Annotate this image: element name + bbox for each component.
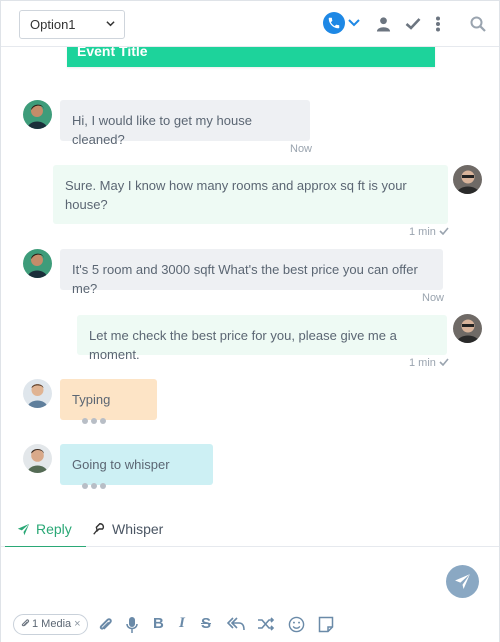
message-text: Let me check the best price for you, ple… <box>89 328 397 362</box>
message-text: Sure. May I know how many rooms and appr… <box>65 178 407 212</box>
message-bubble: Sure. May I know how many rooms and appr… <box>53 165 448 224</box>
chevron-down-icon[interactable] <box>348 18 360 28</box>
whisper-indicator: Going to whisper <box>60 444 213 490</box>
user-icon[interactable] <box>376 16 391 32</box>
more-vertical-icon[interactable] <box>435 16 441 32</box>
media-chip-label: 1 Media <box>32 618 72 630</box>
check-icon <box>439 358 449 366</box>
option-select-value: Option1 <box>30 17 76 32</box>
message-bubble: Let me check the best price for you, ple… <box>77 315 447 362</box>
send-icon <box>455 574 470 589</box>
message-time: 1 min <box>409 226 449 238</box>
message-composer[interactable]: 1 Media × B I S <box>1 547 499 642</box>
attach-button[interactable] <box>97 616 115 634</box>
check-icon <box>439 227 449 235</box>
phone-icon <box>328 17 340 29</box>
send-button[interactable] <box>446 565 479 598</box>
chat-header: Option1 <box>1 1 499 47</box>
attach-icon <box>21 619 30 627</box>
tab-whisper[interactable]: Whisper <box>92 512 163 547</box>
avatar <box>453 314 482 343</box>
reply-all-icon <box>227 617 245 631</box>
avatar <box>23 100 52 129</box>
send-icon <box>17 523 30 536</box>
composer-toolbar: 1 Media × B I S <box>13 614 493 636</box>
tab-reply-label: Reply <box>36 521 72 537</box>
typing-dots <box>82 475 109 494</box>
message-time: Now <box>290 143 313 155</box>
call-button[interactable] <box>323 12 345 34</box>
attach-icon <box>99 618 112 630</box>
search-icon[interactable] <box>470 16 486 32</box>
note-icon <box>318 616 334 633</box>
bold-icon[interactable]: B <box>153 615 164 632</box>
message-text: Going to whisper <box>72 457 170 472</box>
tab-reply[interactable]: Reply <box>5 512 86 548</box>
chat-panel: Option1 Event Title Hi, I would like to … <box>0 0 500 642</box>
message-text: It's 5 room and 3000 sqft What's the bes… <box>72 262 418 296</box>
chevron-down-icon <box>106 21 115 27</box>
reply-tabs: Reply Whisper <box>1 512 499 548</box>
note-button[interactable] <box>318 616 336 634</box>
close-icon[interactable]: × <box>74 618 80 630</box>
message-bubble: Hi, I would like to get my house cleaned… <box>60 100 310 147</box>
message-text: Hi, I would like to get my house cleaned… <box>72 113 252 147</box>
shuffle-icon <box>258 617 275 631</box>
avatar <box>23 379 52 408</box>
microphone-button[interactable] <box>125 616 143 634</box>
avatar <box>23 444 52 473</box>
message-time: 1 min <box>409 357 449 369</box>
emoji-icon <box>288 616 305 633</box>
avatar <box>23 249 52 278</box>
media-chip[interactable]: 1 Media × <box>13 614 88 635</box>
emoji-button[interactable] <box>288 616 306 634</box>
strikethrough-icon[interactable]: S <box>201 615 211 632</box>
message-time: Now <box>422 292 445 304</box>
microphone-icon <box>126 617 138 633</box>
shuffle-button[interactable] <box>257 616 275 634</box>
reply-all-button[interactable] <box>227 616 245 634</box>
check-icon[interactable] <box>405 17 421 30</box>
message-text: Typing <box>72 392 111 407</box>
typing-indicator: Typing <box>60 379 157 425</box>
typing-dots <box>82 410 109 429</box>
message-bubble: It's 5 room and 3000 sqft What's the bes… <box>60 249 443 296</box>
avatar <box>453 165 482 194</box>
italic-icon[interactable]: I <box>179 615 185 632</box>
whisper-icon <box>93 523 105 535</box>
tab-whisper-label: Whisper <box>112 521 164 537</box>
option-select[interactable]: Option1 <box>19 10 125 39</box>
